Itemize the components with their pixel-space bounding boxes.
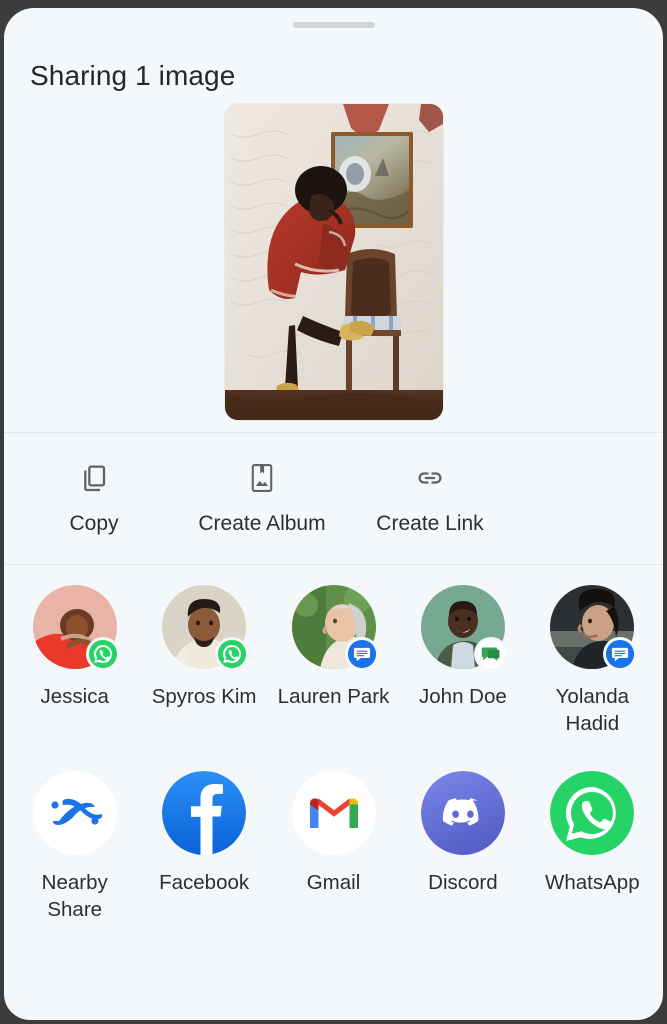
contact-lauren-park[interactable]: Lauren Park <box>269 581 398 710</box>
whatsapp-badge-icon <box>215 637 250 671</box>
contact-label: Jessica <box>40 685 109 708</box>
share-sheet-screen: Sharing 1 image Copy Create Album Create… <box>0 0 667 1024</box>
contact-spyros-kim[interactable]: Spyros Kim <box>139 581 268 710</box>
whatsapp-badge-icon <box>85 637 120 671</box>
contact-label: Yolanda Hadid <box>555 685 629 735</box>
share-bottom-sheet: Sharing 1 image Copy Create Album Create… <box>4 8 663 1020</box>
gmail-icon <box>291 771 376 855</box>
app-whatsapp[interactable]: WhatsApp <box>528 771 657 896</box>
messages-green-badge-icon <box>473 637 508 671</box>
app-discord[interactable]: Discord <box>398 771 527 896</box>
discord-icon <box>420 771 505 855</box>
contact-label: John Doe <box>419 685 507 708</box>
shared-image-thumbnail[interactable] <box>224 104 443 420</box>
contact-john-doe[interactable]: John Doe <box>398 581 527 710</box>
app-label: Gmail <box>306 871 361 894</box>
share-targets: Jessica Spyros Kim Lauren Park John Doe … <box>4 565 663 1020</box>
create-album-label: Create Album <box>198 512 326 535</box>
copy-button[interactable]: Copy <box>10 461 178 536</box>
app-nearby-share[interactable]: Nearby Share <box>10 771 139 923</box>
whatsapp-icon <box>550 771 635 855</box>
nearby-share-icon <box>32 771 117 855</box>
contact-label: Spyros Kim <box>151 685 257 708</box>
app-label: Nearby Share <box>41 871 108 921</box>
action-row: Copy Create Album Create Link <box>4 433 663 564</box>
messages-badge-icon <box>603 637 638 671</box>
create-album-button[interactable]: Create Album <box>178 461 346 536</box>
apps-row: Nearby Share Facebook Gmail Discord What… <box>4 771 663 961</box>
drag-handle-area[interactable] <box>4 8 663 42</box>
app-label: Facebook <box>159 871 250 894</box>
album-icon <box>245 461 279 495</box>
app-gmail[interactable]: Gmail <box>269 771 398 896</box>
sheet-title: Sharing 1 image <box>30 60 236 91</box>
create-link-label: Create Link <box>376 512 484 535</box>
facebook-icon <box>162 771 247 855</box>
drag-handle[interactable] <box>292 22 375 28</box>
link-icon <box>413 461 447 495</box>
contacts-row: Jessica Spyros Kim Lauren Park John Doe … <box>4 581 663 771</box>
contact-label: Lauren Park <box>277 685 390 708</box>
contact-jessica[interactable]: Jessica <box>10 581 139 710</box>
app-label: Discord <box>428 871 498 894</box>
messages-badge-icon <box>344 637 379 671</box>
contact-yolanda-hadid[interactable]: Yolanda Hadid <box>528 581 657 737</box>
copy-label: Copy <box>69 512 119 535</box>
copy-icon <box>77 461 111 495</box>
app-facebook[interactable]: Facebook <box>139 771 268 896</box>
create-link-button[interactable]: Create Link <box>346 461 514 536</box>
app-label: WhatsApp <box>545 871 640 894</box>
preview-area <box>4 92 663 432</box>
